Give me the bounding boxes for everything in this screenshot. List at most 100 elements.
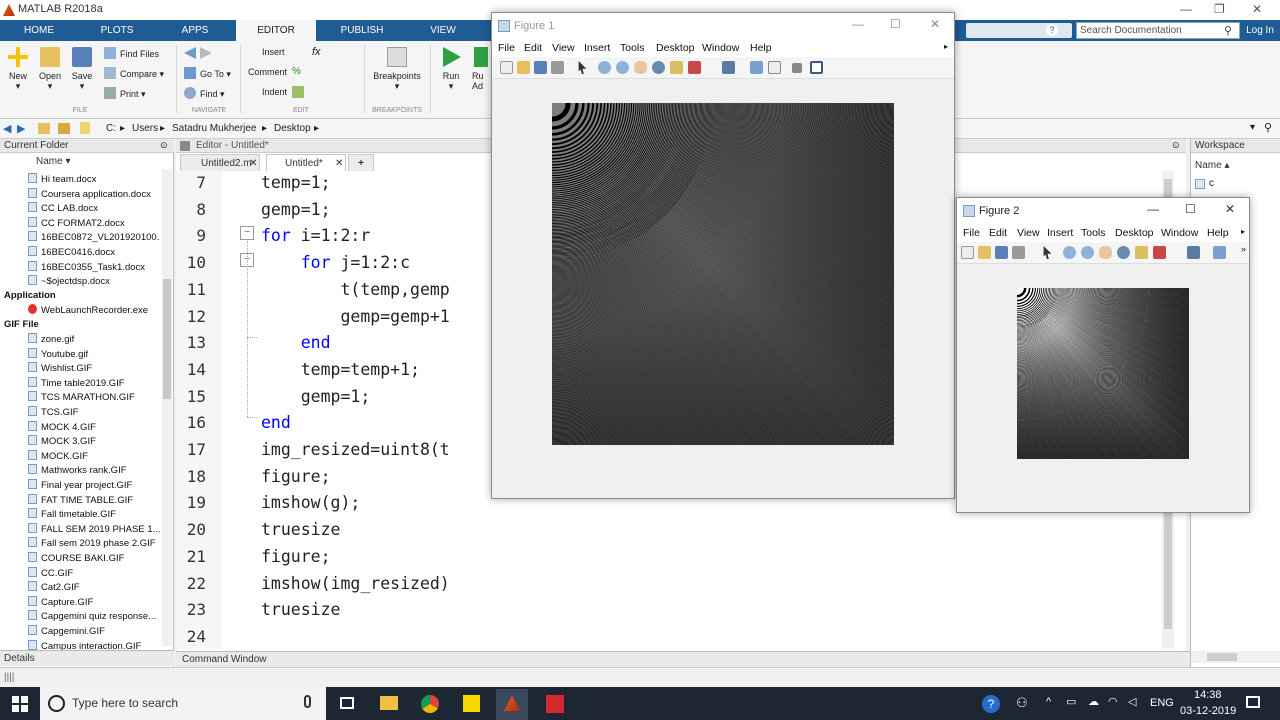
- select-arrow-icon[interactable]: [1043, 246, 1052, 259]
- language-indicator[interactable]: ENG: [1150, 697, 1174, 709]
- pan-hand-icon[interactable]: [634, 61, 647, 74]
- menu-overflow-icon[interactable]: ▸: [1241, 227, 1245, 236]
- code-line[interactable]: figure;: [261, 467, 331, 486]
- menu-desktop[interactable]: Desktop: [1115, 227, 1154, 239]
- menu-overflow-icon[interactable]: ▸: [944, 42, 948, 51]
- colorbar-icon[interactable]: [750, 61, 763, 74]
- menu-view[interactable]: View: [1017, 227, 1040, 239]
- run-button[interactable]: Run ▾: [436, 47, 466, 92]
- people-icon[interactable]: ⚇: [1016, 695, 1028, 711]
- breadcrumb-users[interactable]: Users: [132, 123, 158, 134]
- menu-file[interactable]: File: [963, 227, 980, 239]
- code-line[interactable]: for j=1:2:c: [261, 253, 410, 272]
- list-item[interactable]: Fall timetable.GIF: [28, 508, 160, 520]
- menu-help[interactable]: Help: [750, 42, 772, 54]
- code-line[interactable]: figure;: [261, 547, 331, 566]
- menu-window[interactable]: Window: [702, 42, 739, 54]
- workspace-hscroll[interactable]: [1191, 651, 1280, 663]
- minimize-icon[interactable]: —: [852, 17, 864, 31]
- browse-folder-icon[interactable]: [58, 123, 70, 134]
- code-line[interactable]: end: [261, 333, 331, 352]
- breadcrumb-c[interactable]: C:: [106, 123, 116, 134]
- maximize-icon[interactable]: ☐: [1185, 202, 1196, 216]
- brush-icon[interactable]: [688, 61, 701, 74]
- search-documentation-input[interactable]: Search Documentation: [1076, 22, 1240, 39]
- close-icon[interactable]: ✕: [1225, 202, 1235, 216]
- list-item[interactable]: Wishlist.GIF: [28, 362, 160, 374]
- menu-desktop[interactable]: Desktop: [656, 42, 695, 54]
- close-tab-icon[interactable]: ✕: [335, 155, 343, 172]
- rotate-3d-icon[interactable]: [652, 61, 665, 74]
- file-explorer-icon[interactable]: [380, 696, 398, 710]
- tab-untitled2[interactable]: Untitled2.m ✕: [180, 154, 260, 171]
- code-line[interactable]: for i=1:2:r: [261, 226, 370, 245]
- list-item[interactable]: COURSE BAKI.GIF: [28, 552, 160, 564]
- list-item[interactable]: ~$ojectdsp.docx: [28, 275, 160, 287]
- run-and-advance-button[interactable]: Ru Ad: [472, 47, 490, 91]
- workspace-hscroll-thumb[interactable]: [1207, 653, 1237, 661]
- onedrive-cloud-icon[interactable]: ☁: [1088, 695, 1099, 708]
- list-item[interactable]: Hi team.docx: [28, 173, 160, 185]
- back-forward-buttons[interactable]: [184, 47, 216, 59]
- list-item[interactable]: MOCK.GIF: [28, 449, 160, 462]
- menu-insert[interactable]: Insert: [1047, 227, 1073, 239]
- brush-icon[interactable]: [1153, 246, 1166, 259]
- list-item[interactable]: Mathworks rank.GIF: [28, 464, 160, 476]
- list-item[interactable]: Capture.GIF: [28, 595, 160, 608]
- maximize-icon[interactable]: ❐: [1214, 2, 1225, 16]
- workspace-column-name[interactable]: Name ▴: [1195, 160, 1229, 171]
- folder-scrollbar-thumb[interactable]: [163, 279, 171, 399]
- list-item[interactable]: Capgemini quiz response...: [28, 610, 160, 622]
- new-figure-icon[interactable]: [961, 246, 974, 259]
- breadcrumb-user[interactable]: Satadru Mukherjee: [172, 123, 257, 134]
- new-button[interactable]: New ▾: [4, 47, 32, 92]
- show-hidden-icons[interactable]: ^: [1046, 696, 1051, 708]
- list-item[interactable]: Cat2.GIF: [28, 581, 160, 593]
- menu-file[interactable]: File: [498, 42, 515, 54]
- forward-icon[interactable]: ▶: [17, 122, 25, 135]
- colorbar-icon[interactable]: [1213, 246, 1226, 259]
- volume-icon[interactable]: ◁: [1128, 695, 1136, 708]
- breakpoints-button[interactable]: Breakpoints ▾: [368, 47, 426, 92]
- address-dropdown-icon[interactable]: ▾: [1250, 122, 1255, 133]
- show-plot-tools-icon[interactable]: [810, 61, 823, 74]
- indent-button[interactable]: Indent: [262, 87, 287, 97]
- find-button[interactable]: Find ▾: [184, 87, 225, 100]
- hide-plot-tools-icon[interactable]: [792, 63, 802, 73]
- select-arrow-icon[interactable]: [578, 61, 587, 74]
- open-file-icon[interactable]: [978, 246, 991, 259]
- minimize-icon[interactable]: —: [1180, 2, 1192, 16]
- link-plot-icon[interactable]: [722, 61, 735, 74]
- list-item[interactable]: 16BEC0355_Task1.docx: [28, 260, 160, 273]
- list-item[interactable]: zone.gif: [28, 333, 160, 345]
- print-button[interactable]: Print ▾: [104, 87, 146, 100]
- code-line[interactable]: imshow(img_resized): [261, 574, 450, 593]
- sticky-notes-icon[interactable]: [463, 695, 480, 712]
- list-item[interactable]: Time table2019.GIF: [28, 376, 160, 389]
- toolbar-overflow-icon[interactable]: »: [1241, 244, 1246, 254]
- login-button[interactable]: Log In: [1242, 22, 1278, 39]
- print-figure-icon[interactable]: [1012, 246, 1025, 259]
- tab-editor[interactable]: EDITOR: [236, 20, 316, 41]
- list-item[interactable]: CC FORMAT2.docx: [28, 216, 160, 229]
- list-item[interactable]: Coursera application.docx: [28, 187, 160, 200]
- save-figure-icon[interactable]: [534, 61, 547, 74]
- save-button[interactable]: Save ▾: [68, 47, 96, 92]
- task-view-icon[interactable]: [340, 697, 354, 709]
- editor-menu-icon[interactable]: ⊙: [1172, 140, 1180, 151]
- tab-publish[interactable]: PUBLISH: [332, 20, 392, 41]
- indent-icon[interactable]: [292, 86, 304, 98]
- list-item[interactable]: Fall sem 2019 phase 2.GIF: [28, 537, 160, 549]
- legend-icon[interactable]: [768, 61, 781, 74]
- list-item[interactable]: Youtube.gif: [28, 347, 160, 360]
- find-files-button[interactable]: Find Files: [104, 47, 159, 59]
- code-line[interactable]: gemp=1;: [261, 200, 331, 219]
- menu-edit[interactable]: Edit: [524, 42, 542, 54]
- code-line[interactable]: truesize: [261, 600, 340, 619]
- go-to-button[interactable]: Go To ▾: [184, 67, 231, 80]
- zoom-out-icon[interactable]: [1081, 246, 1094, 259]
- close-icon[interactable]: ✕: [930, 17, 940, 31]
- figure-1-window[interactable]: Figure 1 — ☐ ✕ File Edit View Insert Too…: [491, 12, 955, 499]
- group-gif-file[interactable]: GIF File: [4, 319, 39, 330]
- comment-percent-icon[interactable]: %: [292, 66, 301, 77]
